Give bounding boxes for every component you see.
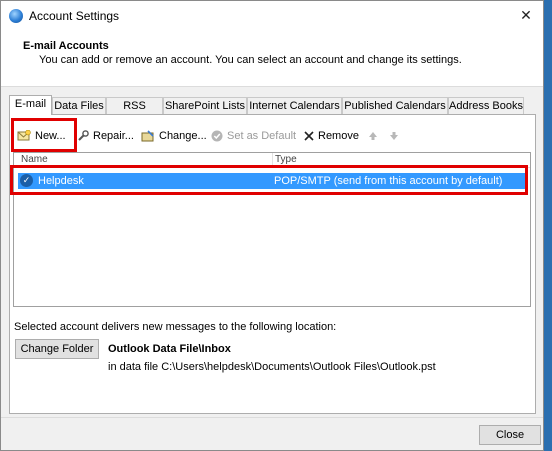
account-row-helpdesk[interactable]: ✓ Helpdesk POP/SMTP (send from this acco… [18,173,528,189]
change-account-icon [141,130,154,142]
close-window-icon[interactable]: ✕ [515,5,537,25]
outlook-app-icon [9,9,23,23]
arrow-up-icon [369,132,377,141]
set-as-default-label: Set as Default [227,130,297,142]
tab-data-files[interactable]: Data Files [52,97,106,114]
delivery-location-label: Selected account delivers new messages t… [14,321,337,333]
set-default-check-icon [211,130,223,142]
window-title: Account Settings [29,9,120,23]
change-label: Change... [159,130,207,142]
set-as-default-button[interactable]: Set as Default [211,128,296,144]
data-file-title: Outlook Data File\Inbox [108,343,231,355]
remove-button[interactable]: Remove [304,128,359,144]
tab-rss-feeds[interactable]: RSS Feeds [106,97,163,129]
tab-sharepoint-lists[interactable]: SharePoint Lists [163,97,247,114]
tab-email[interactable]: E-mail [9,95,52,115]
data-file-path: in data file C:\Users\helpdesk\Documents… [108,361,436,373]
change-button[interactable]: Change... [141,128,207,144]
new-account-button[interactable]: New... [17,128,66,144]
move-up-button[interactable] [368,128,382,144]
tab-internet-calendars[interactable]: Internet Calendars [247,97,342,114]
default-account-check-icon: ✓ [20,174,33,187]
close-button[interactable]: Close [479,425,541,445]
list-header: Name Type [14,153,530,168]
header-subtitle: You can add or remove an account. You ca… [39,54,462,66]
repair-label: Repair... [93,130,134,142]
repair-icon [78,130,89,141]
column-header-name[interactable]: Name [21,153,48,167]
new-mail-icon [17,130,31,141]
arrow-down-icon [390,132,398,141]
repair-button[interactable]: Repair... [77,128,134,144]
account-settings-dialog: Account Settings ✕ E-mail Accounts You c… [0,0,544,451]
header-pane: E-mail Accounts You can add or remove an… [1,31,543,87]
remove-label: Remove [318,130,359,142]
header-title: E-mail Accounts [23,40,109,52]
title-bar: Account Settings ✕ [1,1,543,31]
account-name: Helpdesk [38,175,84,187]
account-type: POP/SMTP (send from this account by defa… [274,175,503,187]
move-down-button[interactable] [389,128,403,144]
tab-published-calendars[interactable]: Published Calendars [342,97,448,114]
footer-divider [1,417,543,418]
accounts-list[interactable]: Name Type ✓ Helpdesk POP/SMTP (send from… [13,152,531,307]
new-account-label: New... [35,130,66,142]
change-folder-button[interactable]: Change Folder [15,339,99,359]
tab-address-books[interactable]: Address Books [448,97,524,114]
column-header-type[interactable]: Type [272,153,297,167]
remove-x-icon [304,131,314,141]
